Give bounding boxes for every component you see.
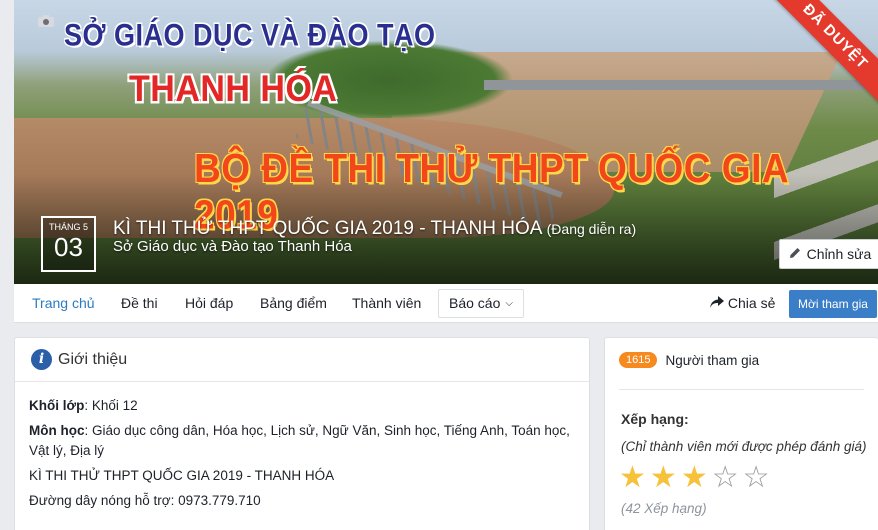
event-organizer[interactable]: Sở Giáo dục và Đào tạo Thanh Hóa — [113, 238, 352, 255]
subjects-value: : Giáo dục công dân, Hóa học, Lịch sử, N… — [29, 423, 570, 458]
event-title-line: KÌ THI THỬ THPT QUỐC GIA 2019 - THANH HÓ… — [113, 218, 636, 240]
subjects-label: Môn học — [29, 423, 85, 438]
exam-name: KÌ THI THỬ THPT QUỐC GIA 2019 - THANH HÓ… — [29, 468, 335, 483]
tab-scoreboard[interactable]: Bảng điểm — [260, 284, 327, 323]
rating-count: (42 Xếp hạng) — [621, 501, 707, 516]
event-nav: Trang chủ Đề thi Hỏi đáp Bảng điểm Thành… — [14, 284, 878, 323]
divider — [619, 389, 864, 390]
stats-card: 1615 Người tham gia Xếp hạng: (Chỉ thành… — [604, 337, 878, 530]
date-day: 03 — [54, 232, 83, 262]
event-date-box: THÁNG 5 03 — [41, 216, 96, 272]
event-title: KÌ THI THỬ THPT QUỐC GIA 2019 - THANH HÓ… — [113, 218, 542, 239]
invite-button[interactable]: Mời tham gia — [789, 290, 877, 318]
camera-icon[interactable] — [38, 14, 54, 27]
tab-exams[interactable]: Đề thi — [121, 284, 158, 323]
hotline: Đường dây nóng hỗ trợ: 0973.779.710 — [29, 493, 261, 508]
star-filled-icon[interactable]: ★ — [619, 462, 646, 494]
star-filled-icon[interactable]: ★ — [650, 462, 677, 494]
info-icon: i — [31, 349, 52, 370]
chevron-down-icon: ⌵ — [505, 298, 513, 309]
tab-members[interactable]: Thành viên — [352, 284, 421, 323]
banner-line-1: SỞ GIÁO DỤC VÀ ĐÀO TẠO — [64, 17, 436, 53]
event-status: (Đang diễn ra) — [546, 221, 637, 237]
tab-home[interactable]: Trang chủ — [32, 284, 95, 323]
cover-photo: SỞ GIÁO DỤC VÀ ĐÀO TẠO THANH HÓA BỘ ĐỀ T… — [14, 0, 878, 284]
intro-card: i Giới thiệu Khối lớp: Khối 12 Môn học: … — [14, 337, 590, 530]
tab-qa[interactable]: Hỏi đáp — [185, 284, 233, 323]
edit-button-label: Chỉnh sửa — [806, 246, 872, 262]
participant-label: Người tham gia — [665, 352, 760, 368]
participant-count-badge: 1615 — [619, 352, 658, 368]
cover-bridge-new — [484, 80, 878, 90]
intro-body: Khối lớp: Khối 12 Môn học: Giáo dục công… — [15, 382, 589, 511]
star-empty-icon[interactable]: ☆ — [743, 462, 770, 494]
report-dropdown-label: Báo cáo — [449, 295, 501, 311]
subjects-row: Môn học: Giáo dục công dân, Hóa học, Lịc… — [29, 421, 575, 461]
share-label: Chia sẻ — [727, 295, 776, 311]
star-empty-icon[interactable]: ☆ — [712, 462, 739, 494]
rating-label: Xếp hạng: — [621, 411, 689, 427]
share-button[interactable]: Chia sẻ — [710, 284, 775, 323]
grade-label: Khối lớp — [29, 398, 85, 413]
participants-row[interactable]: 1615 Người tham gia — [619, 352, 759, 368]
banner-line-2: THANH HÓA — [129, 68, 338, 110]
intro-heading: Giới thiệu — [58, 350, 128, 368]
rating-note: (Chỉ thành viên mới được phép đánh giá) — [621, 439, 867, 454]
pencil-icon — [789, 246, 801, 262]
report-dropdown[interactable]: Báo cáo ⌵ — [438, 289, 524, 318]
share-icon — [710, 295, 728, 311]
star-filled-icon[interactable]: ★ — [681, 462, 708, 494]
rating-stars[interactable]: ★ ★ ★ ☆ ☆ — [619, 462, 770, 494]
grade-row: Khối lớp: Khối 12 — [29, 396, 575, 416]
grade-value: : Khối 12 — [84, 398, 138, 413]
edit-button[interactable]: Chỉnh sửa — [779, 239, 878, 269]
intro-header: i Giới thiệu — [15, 338, 589, 382]
